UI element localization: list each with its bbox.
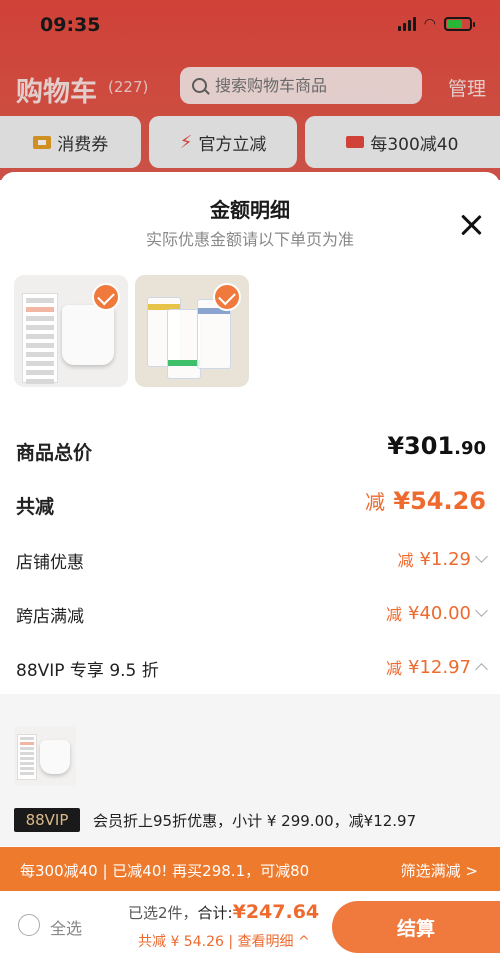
row-cross-store-discount[interactable]: 跨店满减 减 ¥40.00 [0,594,500,634]
total-dec: .90 [454,438,486,459]
discount-prefix: 减 [365,490,386,514]
close-icon[interactable] [458,212,484,238]
row-value: 减 ¥54.26 [365,486,486,515]
sheet-title: 金额明细 [210,198,290,222]
sum-value: ¥247.64 [232,901,320,923]
row-label: 商品总价 [16,442,93,464]
discount-prefix: 减 [386,605,403,624]
row-shop-discount[interactable]: 店铺优惠 减 ¥1.29 [0,540,500,580]
amount-detail-sheet: 金额明细 实际优惠金额请以下单页为准 商品总价 ¥301.90 共减 减 ¥54… [0,172,500,968]
chevron-down-icon [475,550,488,563]
discount-value: ¥12.97 [408,656,471,678]
row-label: 88VIP 专享 9.5 折 [16,661,159,681]
product-thumbnail[interactable] [14,275,128,387]
vip-discount-text: 会员折上95折优惠，小计 ¥ 299.00，减¥12.97 [93,812,417,830]
row-total-discount: 共减 减 ¥54.26 [0,486,500,528]
promo-text: 每300减40 | 已减40! 再买298.1，可减80 [20,862,310,880]
checkmark-icon[interactable] [92,283,120,311]
vip-detail-panel: 88VIP 会员折上95折优惠，小计 ¥ 299.00，减¥12.97 [0,694,500,846]
row-label: 共减 [16,496,55,518]
sum-label: 合计: [197,904,233,922]
select-all-radio[interactable] [18,914,40,936]
sheet-subtitle: 实际优惠金额请以下单页为准 [145,230,354,249]
checkout-footer: 全选 已选2件，合计:¥247.64 共减 ¥ 54.26 | 查看明细 ^ 结… [0,891,500,968]
promo-banner[interactable]: 每300减40 | 已减40! 再买298.1，可减80 筛选满减 > [0,847,500,891]
row-value: ¥301.90 [387,432,486,460]
checkout-button[interactable]: 结算 [332,901,500,953]
row-vip-discount[interactable]: 88VIP 专享 9.5 折 减 ¥12.97 [0,648,500,688]
discount-value: ¥54.26 [393,487,486,515]
discount-prefix: 减 [397,551,414,570]
row-label: 跨店满减 [16,607,84,627]
discount-prefix: 减 [386,659,403,678]
row-label: 店铺优惠 [16,553,84,573]
discount-value: ¥40.00 [408,602,471,624]
vip-badge: 88VIP [14,808,80,832]
checkmark-icon[interactable] [213,283,241,311]
row-value: 减 ¥40.00 [386,601,488,625]
selected-count: 已选2件， [128,904,198,922]
view-detail-link[interactable]: 共减 ¥ 54.26 | 查看明细 ^ [138,931,310,951]
total-int: ¥301 [387,432,455,460]
select-all-label[interactable]: 全选 [50,915,82,939]
row-total-price: 商品总价 ¥301.90 [0,432,500,474]
product-thumbnail[interactable] [135,275,249,387]
chevron-down-icon [475,604,488,617]
dim-overlay [0,0,500,180]
row-value: 减 ¥12.97 [386,655,488,679]
chevron-up-icon [475,663,488,676]
filter-discount-link[interactable]: 筛选满减 > [401,860,478,881]
row-value: 减 ¥1.29 [397,547,488,571]
discount-value: ¥1.29 [419,548,471,570]
product-thumbnail [14,726,76,786]
selected-summary: 已选2件，合计:¥247.64 [128,901,319,923]
